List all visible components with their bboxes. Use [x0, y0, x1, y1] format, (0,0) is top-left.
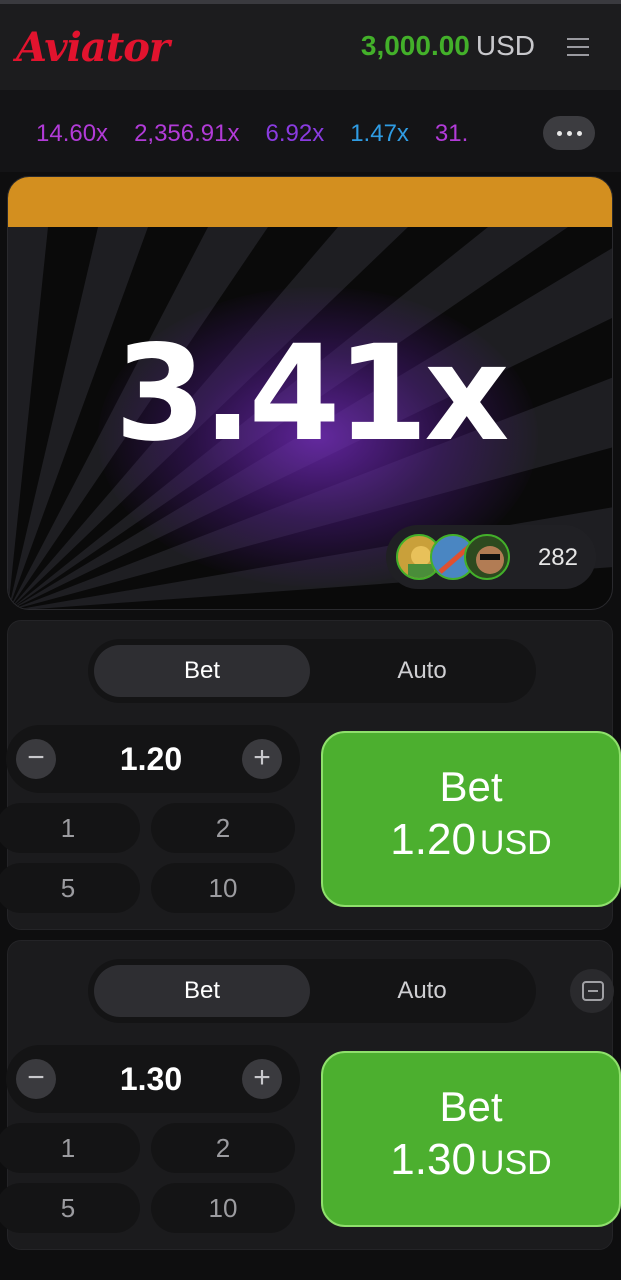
players-indicator[interactable]: 282 [386, 525, 596, 589]
quick-amount-button[interactable]: 1 [0, 803, 140, 853]
balance-display: 3,000.00 USD [361, 30, 535, 62]
bet-amount-input[interactable]: 1.30 [66, 1061, 236, 1098]
remove-panel-button[interactable] [570, 969, 614, 1013]
hamburger-menu-icon[interactable] [567, 38, 591, 60]
history-item: 6.92x [265, 120, 325, 147]
quick-amount-button[interactable]: 5 [0, 1183, 140, 1233]
decrease-amount-button[interactable]: − [16, 739, 56, 779]
bet-button-label: Bet [439, 1083, 503, 1130]
tab-auto[interactable]: Auto [314, 965, 530, 1017]
bet-panel-1: Bet Auto − 1.20 + 1 2 5 10 Bet 1.20 USD [0, 620, 621, 930]
history-item: 14.60x [36, 120, 109, 147]
bet-mode-tabs: Bet Auto [88, 639, 536, 703]
quick-amount-button[interactable]: 1 [0, 1123, 140, 1173]
history-more-button[interactable] [543, 116, 595, 150]
tab-auto[interactable]: Auto [314, 645, 530, 697]
bet-button-amount: 1.20 USD [323, 815, 619, 865]
balance-amount: 3,000.00 [360, 30, 470, 61]
bet-amount-currency: USD [479, 1144, 552, 1182]
history-item: 31. [434, 120, 469, 147]
quick-amount-button[interactable]: 2 [151, 803, 295, 853]
bet-amount-input[interactable]: 1.20 [66, 741, 236, 778]
bet-button-label: Bet [439, 763, 503, 810]
increase-amount-button[interactable]: + [242, 1059, 282, 1099]
balance-currency: USD [475, 30, 535, 61]
bet-button-amount: 1.30 USD [323, 1135, 619, 1185]
header: Aviator 3,000.00 USD [0, 4, 621, 90]
increase-amount-button[interactable]: + [242, 739, 282, 779]
player-count: 282 [537, 544, 578, 571]
place-bet-button[interactable]: Bet 1.20 USD [321, 731, 621, 907]
bet-amount-value: 1.20 [390, 815, 476, 864]
bet-amount-stepper: − 1.20 + [6, 725, 300, 793]
quick-amount-button[interactable]: 10 [151, 863, 295, 913]
place-bet-button[interactable]: Bet 1.30 USD [321, 1051, 621, 1227]
minus-square-icon [582, 981, 604, 1001]
bet-amount-stepper: − 1.30 + [6, 1045, 300, 1113]
game-top-bar [8, 177, 612, 227]
bet-panel-2: Bet Auto − 1.30 + 1 2 5 10 Bet 1.30 USD [0, 940, 621, 1250]
quick-amount-button[interactable]: 2 [151, 1123, 295, 1173]
multiplier-history: 14.60x 2,356.91x 6.92x 1.47x 31. [0, 90, 621, 172]
quick-amount-button[interactable]: 5 [0, 863, 140, 913]
history-item: 2,356.91x [134, 120, 240, 147]
bet-mode-tabs: Bet Auto [88, 959, 536, 1023]
current-multiplier: 3.41x [114, 317, 510, 471]
avatar [464, 534, 510, 580]
game-area: 3.41x 282 [7, 176, 613, 610]
history-list: 14.60x 2,356.91x 6.92x 1.47x 31. [36, 120, 522, 148]
bet-amount-currency: USD [479, 824, 552, 862]
tab-bet[interactable]: Bet [94, 965, 310, 1017]
decrease-amount-button[interactable]: − [16, 1059, 56, 1099]
bet-amount-value: 1.30 [390, 1135, 476, 1184]
quick-amount-button[interactable]: 10 [151, 1183, 295, 1233]
aviator-logo[interactable]: Aviator [16, 24, 170, 71]
tab-bet[interactable]: Bet [94, 645, 310, 697]
history-item: 1.47x [350, 120, 409, 147]
